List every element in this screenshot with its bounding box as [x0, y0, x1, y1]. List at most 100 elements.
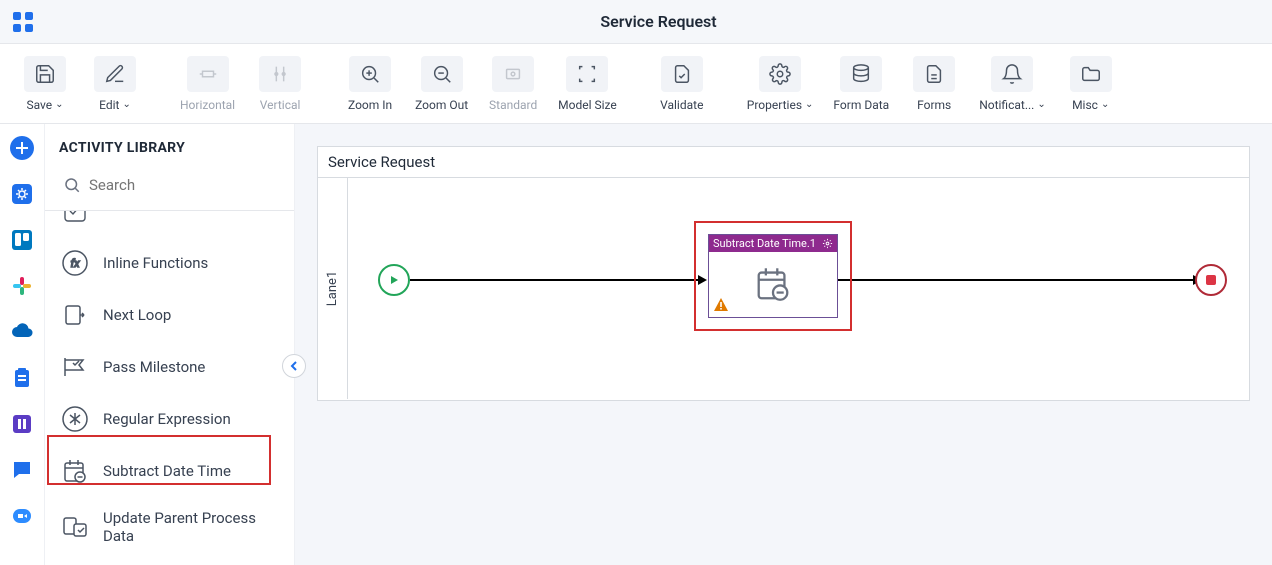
search-icon	[63, 176, 81, 194]
video-icon[interactable]	[8, 502, 36, 530]
chevron-down-icon: ⌄	[122, 99, 130, 110]
model-size-label: Model Size	[558, 98, 617, 112]
properties-label: Properties	[747, 98, 802, 112]
activity-icon	[61, 211, 89, 225]
bell-icon	[991, 56, 1033, 92]
canvas-area: Service Request Lane1	[295, 124, 1272, 565]
activity-item-regex[interactable]: Regular Expression	[45, 393, 294, 445]
activity-label: Next Loop	[103, 306, 171, 324]
search-input[interactable]	[59, 170, 280, 200]
chevron-down-icon: ⌄	[1037, 99, 1045, 110]
vertical-button[interactable]: Vertical	[245, 50, 315, 118]
lane-label: Lane1	[325, 271, 340, 306]
settings-rail-icon[interactable]	[8, 180, 36, 208]
standard-label: Standard	[489, 98, 537, 112]
zoom-out-label: Zoom Out	[415, 98, 468, 112]
activity-item-next-loop[interactable]: Next Loop	[45, 289, 294, 341]
flow-edge	[410, 279, 700, 281]
standard-size-icon	[492, 56, 534, 92]
gear-icon[interactable]	[822, 238, 833, 249]
collapse-sidebar-button[interactable]	[282, 354, 306, 378]
form-data-button[interactable]: Form Data	[823, 50, 899, 118]
zoom-in-icon	[349, 56, 391, 92]
lane-body[interactable]: Subtract Date Time.1	[348, 178, 1249, 399]
clipboard-icon[interactable]	[8, 364, 36, 392]
calendar-minus-icon	[753, 264, 793, 304]
pause-icon[interactable]	[8, 410, 36, 438]
activity-item-update-parent[interactable]: Update Parent Process Data	[45, 497, 294, 557]
activity-label: Inline Functions	[103, 254, 208, 272]
chevron-down-icon: ⌄	[1101, 99, 1109, 110]
milestone-icon	[61, 353, 89, 381]
gear-icon	[759, 56, 801, 92]
activity-item-subtract-date-time[interactable]: Subtract Date Time	[45, 445, 294, 497]
standard-button[interactable]: Standard	[478, 50, 548, 118]
align-vertical-icon	[259, 56, 301, 92]
activity-sidebar: ACTIVITY LIBRARY fx Inline Functions Nex…	[45, 124, 295, 565]
activity-node-title: Subtract Date Time.1	[713, 237, 816, 250]
activity-label: Subtract Date Time	[103, 462, 231, 480]
add-button[interactable]	[8, 134, 36, 162]
edit-button[interactable]: Edit⌄	[80, 50, 150, 118]
next-loop-icon	[61, 301, 89, 329]
toolbar: Save⌄ Edit⌄ Horizontal Vertical Zoom In …	[0, 44, 1272, 124]
activity-list: fx Inline Functions Next Loop Pass Miles…	[45, 211, 294, 565]
horizontal-label: Horizontal	[180, 98, 235, 112]
start-node[interactable]	[378, 264, 410, 296]
sidebar-header: ACTIVITY LIBRARY	[45, 124, 294, 166]
edit-icon	[94, 56, 136, 92]
save-label: Save	[26, 98, 52, 112]
save-icon	[24, 56, 66, 92]
trello-icon[interactable]	[8, 226, 36, 254]
validate-label: Validate	[660, 98, 703, 112]
app-grid-icon[interactable]	[0, 11, 45, 33]
activity-item-pass-milestone[interactable]: Pass Milestone	[45, 341, 294, 393]
activity-label: Update Parent Process Data	[103, 509, 278, 545]
warning-icon	[713, 297, 729, 313]
vertical-label: Vertical	[260, 98, 301, 112]
page-title: Service Request	[45, 12, 1272, 31]
slack-icon[interactable]	[8, 272, 36, 300]
svg-text:fx: fx	[70, 257, 80, 270]
activity-node-subtract-date-time[interactable]: Subtract Date Time.1	[708, 234, 838, 318]
zoom-in-button[interactable]: Zoom In	[335, 50, 405, 118]
update-parent-icon	[61, 513, 89, 541]
canvas-title: Service Request	[318, 147, 1249, 178]
activity-item[interactable]	[45, 211, 294, 237]
properties-button[interactable]: Properties⌄	[737, 50, 824, 118]
form-data-label: Form Data	[833, 98, 889, 112]
chevron-down-icon: ⌄	[805, 99, 813, 110]
model-size-icon	[566, 56, 608, 92]
chat-icon[interactable]	[8, 456, 36, 484]
process-canvas[interactable]: Service Request Lane1	[317, 146, 1250, 401]
zoom-out-icon	[421, 56, 463, 92]
align-horizontal-icon	[187, 56, 229, 92]
forms-button[interactable]: Forms	[899, 50, 969, 118]
chevron-down-icon: ⌄	[55, 99, 63, 110]
validate-icon	[661, 56, 703, 92]
fx-icon: fx	[61, 249, 89, 277]
activity-label: Regular Expression	[103, 410, 231, 428]
zoom-out-button[interactable]: Zoom Out	[405, 50, 478, 118]
model-size-button[interactable]: Model Size	[548, 50, 627, 118]
misc-label: Misc	[1072, 98, 1098, 112]
left-rail	[0, 124, 45, 565]
end-node[interactable]	[1195, 264, 1227, 296]
database-icon	[840, 56, 882, 92]
document-icon	[913, 56, 955, 92]
horizontal-button[interactable]: Horizontal	[170, 50, 245, 118]
activity-label: Pass Milestone	[103, 358, 205, 376]
notifications-button[interactable]: Notificat...⌄	[969, 50, 1056, 118]
flow-edge	[838, 279, 1193, 281]
validate-button[interactable]: Validate	[647, 50, 717, 118]
calendar-minus-icon	[61, 457, 89, 485]
activity-item-inline-functions[interactable]: fx Inline Functions	[45, 237, 294, 289]
top-header: Service Request	[0, 0, 1272, 44]
cloud-icon[interactable]	[8, 318, 36, 346]
lane-label-column: Lane1	[318, 178, 348, 399]
edit-label: Edit	[99, 98, 119, 112]
asterisk-icon	[61, 405, 89, 433]
save-button[interactable]: Save⌄	[10, 50, 80, 118]
folder-icon	[1070, 56, 1112, 92]
misc-button[interactable]: Misc⌄	[1056, 50, 1126, 118]
